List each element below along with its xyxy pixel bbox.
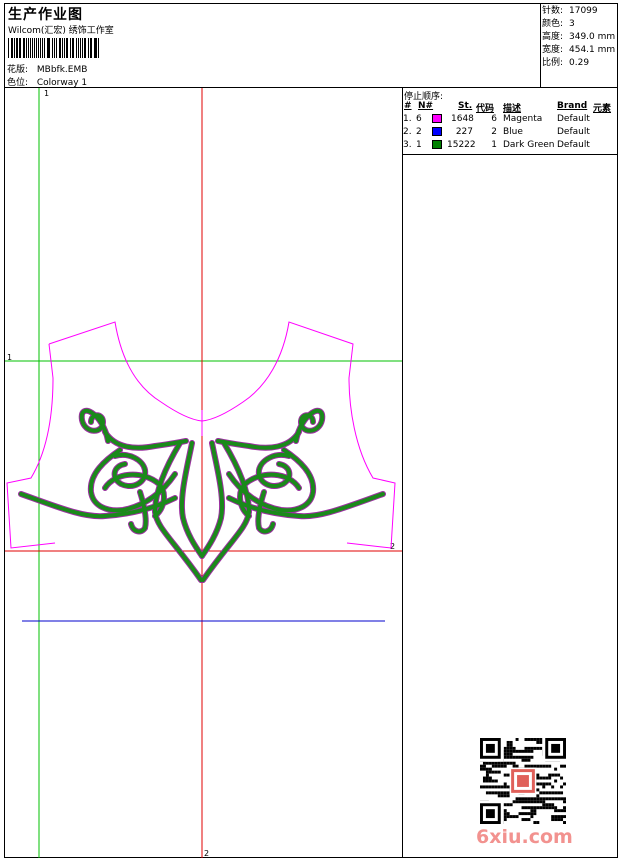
design-value: MBbfk.EMB	[36, 65, 88, 75]
barcode-bar	[8, 38, 9, 58]
barcode-bar	[34, 38, 36, 58]
color-swatch	[432, 114, 442, 123]
stat-colors: 颜色: 3	[542, 19, 575, 29]
colorway-label: 色位:	[7, 78, 29, 88]
garment-outline	[6, 321, 396, 549]
stat-height: 高度: 349.0 mm	[542, 32, 616, 42]
color-swatch	[432, 127, 442, 136]
barcode-bar	[22, 38, 24, 58]
table-bottom-divider	[402, 154, 618, 155]
guide-marker-bottom: 2	[204, 849, 209, 858]
guide-marker-left: 1	[7, 353, 12, 362]
colorway-value: Colorway 1	[36, 78, 88, 88]
barcode-bar	[89, 38, 91, 58]
table-row: 2. 2 227 2 Blue Default	[403, 127, 590, 137]
barcode-bar	[76, 38, 78, 58]
stat-width: 宽度: 454.1 mm	[542, 45, 616, 55]
barcode-bar	[67, 38, 69, 58]
watermark-logo: 6xiu.com	[476, 826, 573, 848]
stats-panel: 针数: 17099 颜色: 3 高度: 349.0 mm 宽度: 454.1 mm 比例…	[542, 5, 616, 70]
col-header-stitches: St.	[458, 101, 473, 111]
stat-stitches: 针数: 17099	[542, 6, 598, 16]
qr-code	[480, 738, 566, 824]
page-subtitle: Wilcom(汇宏) 绣饰工作室	[8, 26, 114, 36]
page-title: 生产作业图	[8, 7, 83, 23]
color-swatch	[432, 140, 442, 149]
design-name-row: 花版: MBbfk.EMB	[7, 62, 87, 75]
barcode-bar	[49, 38, 51, 58]
table-header-row: # N# St. 代码 描述 Brand 元素	[403, 100, 617, 114]
barcode-bar	[73, 38, 75, 58]
barcode	[8, 38, 100, 58]
barcode-bar	[28, 38, 30, 58]
barcode-bar	[95, 38, 97, 58]
design-label: 花版:	[7, 65, 29, 75]
barcode-bar	[53, 38, 56, 58]
stop-sequence-table: # N# St. 代码 描述 Brand 元素 1. 6 1648 6 Mage…	[403, 100, 617, 152]
barcode-bar	[40, 38, 42, 58]
barcode-bar	[42, 38, 44, 58]
table-row: 1. 6 1648 6 Magenta Default	[403, 114, 590, 124]
colorway-row: 色位: Colorway 1	[7, 75, 87, 88]
table-row: 3. 1 15222 1 Dark Green Default	[403, 140, 590, 150]
col-header-num: #	[404, 101, 412, 111]
barcode-bar	[85, 38, 87, 58]
barcode-bar	[16, 38, 18, 58]
stats-divider	[540, 3, 541, 88]
side-panel-divider	[402, 88, 403, 858]
stat-scale: 比例: 0.29	[542, 58, 590, 68]
guide-marker-top: 1	[44, 89, 49, 98]
col-header-brand: Brand	[557, 101, 588, 111]
barcode-bar	[60, 38, 61, 58]
design-preview: 1 1 2 2	[5, 88, 402, 858]
col-header-needle: N#	[418, 101, 434, 111]
